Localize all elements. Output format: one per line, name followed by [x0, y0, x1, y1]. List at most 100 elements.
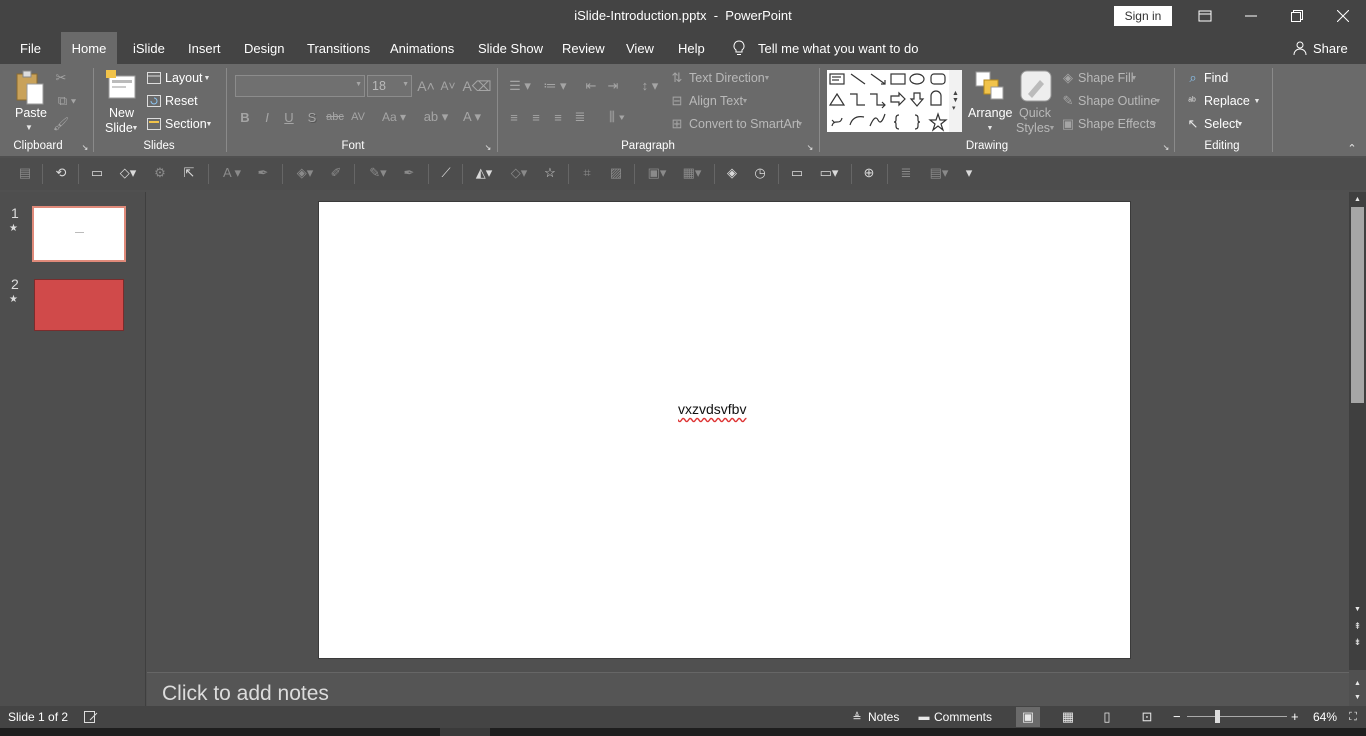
- notes-icon[interactable]: ≜: [850, 710, 864, 724]
- increase-indent-icon[interactable]: ⇥: [604, 77, 622, 95]
- italic-button[interactable]: I: [260, 108, 274, 126]
- decrease-font-icon[interactable]: A˅: [440, 77, 456, 95]
- layout-dropdown-icon[interactable]: ▼: [203, 74, 211, 82]
- align-center-icon[interactable]: ≡: [527, 108, 545, 126]
- clear-formatting-icon[interactable]: A⌫: [462, 77, 491, 95]
- tab-review[interactable]: Review: [553, 32, 614, 64]
- toolbar-line-picker-icon[interactable]: ✒: [400, 164, 418, 182]
- smartart-icon[interactable]: ⊞: [670, 116, 684, 131]
- new-slide-label-1[interactable]: New: [109, 106, 134, 120]
- toolbar-export-icon[interactable]: ⇱: [180, 164, 198, 182]
- toolbar-camera-icon[interactable]: ⊕: [860, 164, 878, 182]
- new-slide-icon[interactable]: [106, 70, 138, 104]
- fit-to-window-icon[interactable]: ⛶: [1346, 710, 1360, 724]
- increase-font-icon[interactable]: A˄: [417, 77, 435, 95]
- align-text-button[interactable]: Align Text: [689, 94, 743, 108]
- slide-sorter-view-icon[interactable]: ▦: [1058, 707, 1078, 727]
- justify-icon[interactable]: ≣: [571, 108, 589, 126]
- drawing-launcher-icon[interactable]: ↘: [1161, 142, 1171, 152]
- scroll-down-icon[interactable]: ▼: [1351, 604, 1364, 614]
- tab-slide-show[interactable]: Slide Show: [469, 32, 552, 64]
- text-direction-button[interactable]: Text Direction: [689, 71, 765, 85]
- paste-dropdown-icon[interactable]: ▼: [22, 122, 36, 132]
- smartart-dropdown-icon[interactable]: ▼: [796, 120, 804, 128]
- toolbar-save-icon[interactable]: ▤: [16, 164, 34, 182]
- sign-in-button[interactable]: Sign in: [1114, 6, 1172, 26]
- convert-smartart-button[interactable]: Convert to SmartArt: [689, 117, 799, 131]
- shape-effects-icon[interactable]: ▣: [1061, 116, 1075, 131]
- toolbar-distribute-icon[interactable]: ▣▾: [643, 164, 671, 182]
- text-direction-icon[interactable]: ⇅: [670, 70, 684, 85]
- align-left-icon[interactable]: ≡: [505, 108, 523, 126]
- toolbar-eyedropper-icon[interactable]: ✒: [254, 164, 272, 182]
- replace-dropdown-icon[interactable]: ▼: [1253, 97, 1261, 105]
- toolbar-shape-icon[interactable]: ◇▾: [114, 164, 142, 182]
- toolbar-font-icon[interactable]: A ▾: [218, 164, 246, 182]
- toolbar-folder-icon[interactable]: ▤▾: [924, 164, 954, 182]
- new-slide-dropdown-icon[interactable]: ▼: [131, 124, 139, 132]
- tell-me-search[interactable]: Tell me what you want to do: [758, 32, 918, 64]
- select-cursor-icon[interactable]: ↖: [1186, 116, 1200, 131]
- slide-canvas[interactable]: [318, 201, 1131, 659]
- shape-effects-button[interactable]: Shape Effects: [1078, 117, 1156, 131]
- font-name-combobox[interactable]: ▼: [235, 75, 365, 97]
- paste-icon[interactable]: [13, 70, 45, 106]
- toolbar-ruler-icon[interactable]: ▭: [788, 164, 806, 182]
- shape-fill-button[interactable]: Shape Fill: [1078, 71, 1134, 85]
- font-launcher-icon[interactable]: ↘: [483, 142, 493, 152]
- align-text-icon[interactable]: ⊟: [670, 93, 684, 108]
- text-direction-dropdown-icon[interactable]: ▼: [763, 74, 771, 82]
- shape-effects-dropdown-icon[interactable]: ▼: [1150, 120, 1158, 128]
- arrange-dropdown-icon[interactable]: ▼: [986, 124, 994, 132]
- font-size-combobox[interactable]: 18 ▼: [367, 75, 412, 97]
- shape-outline-icon[interactable]: ✎: [1061, 93, 1075, 108]
- toolbar-image-icon[interactable]: ▨: [607, 164, 625, 182]
- toolbar-fill-icon[interactable]: ◈▾: [291, 164, 319, 182]
- shape-outline-dropdown-icon[interactable]: ▼: [1154, 97, 1162, 105]
- quick-styles-label-1[interactable]: Quick: [1019, 106, 1051, 120]
- numbering-icon[interactable]: ≔ ▾: [540, 77, 570, 95]
- format-painter-icon[interactable]: 🖌: [53, 116, 70, 132]
- replace-button[interactable]: Replace: [1204, 94, 1250, 108]
- quick-styles-dropdown-icon[interactable]: ▼: [1048, 124, 1056, 132]
- tab-islide[interactable]: iSlide: [124, 32, 174, 64]
- tab-view[interactable]: View: [617, 32, 663, 64]
- toolbar-list-icon[interactable]: ≣: [897, 164, 915, 182]
- align-text-dropdown-icon[interactable]: ▼: [741, 97, 749, 105]
- scroll-thumb[interactable]: [1351, 207, 1364, 403]
- section-dropdown-icon[interactable]: ▼: [205, 120, 213, 128]
- toolbar-refresh-icon[interactable]: ⟲: [52, 164, 70, 182]
- decrease-indent-icon[interactable]: ⇤: [582, 77, 600, 95]
- tab-transitions[interactable]: Transitions: [298, 32, 379, 64]
- paragraph-launcher-icon[interactable]: ↘: [805, 142, 815, 152]
- notes-scroll-up-icon[interactable]: ▲: [1351, 678, 1364, 688]
- tab-insert[interactable]: Insert: [179, 32, 230, 64]
- scroll-up-icon[interactable]: ▲: [1351, 194, 1364, 204]
- cut-icon[interactable]: ✂: [53, 70, 69, 86]
- normal-view-icon[interactable]: ▣: [1016, 707, 1040, 727]
- slide-show-view-icon[interactable]: ⊡: [1137, 707, 1157, 727]
- toolbar-clock-icon[interactable]: ◷: [751, 164, 769, 182]
- text-shadow-button[interactable]: S: [305, 108, 319, 126]
- zoom-slider-track[interactable]: [1187, 716, 1287, 717]
- find-icon[interactable]: ⌕: [1186, 70, 1200, 85]
- replace-icon[interactable]: ᵃᵇ: [1184, 94, 1200, 108]
- bullets-icon[interactable]: ☰ ▾: [505, 77, 535, 95]
- previous-slide-icon[interactable]: ⇞: [1351, 620, 1364, 632]
- bold-button[interactable]: B: [238, 108, 252, 126]
- columns-icon[interactable]: ⫼ ▾: [602, 108, 632, 126]
- select-button[interactable]: Select: [1204, 117, 1239, 131]
- notes-scroll-down-icon[interactable]: ▼: [1351, 692, 1364, 702]
- font-size-dropdown-icon[interactable]: ▼: [402, 81, 409, 88]
- accessibility-check-icon[interactable]: [83, 710, 99, 724]
- toolbar-format-painter-icon[interactable]: ⟋: [437, 164, 455, 182]
- new-slide-label-2[interactable]: Slide: [105, 121, 133, 135]
- tab-file[interactable]: File: [11, 32, 50, 64]
- zoom-out-button[interactable]: −: [1173, 706, 1181, 728]
- tab-animations[interactable]: Animations: [381, 32, 463, 64]
- section-icon[interactable]: [147, 117, 161, 130]
- copy-icon[interactable]: ⧉ ▾: [53, 93, 81, 109]
- comments-toggle[interactable]: Comments: [934, 706, 992, 728]
- toolbar-more-icon[interactable]: ▾: [960, 164, 978, 182]
- tab-design[interactable]: Design: [235, 32, 293, 64]
